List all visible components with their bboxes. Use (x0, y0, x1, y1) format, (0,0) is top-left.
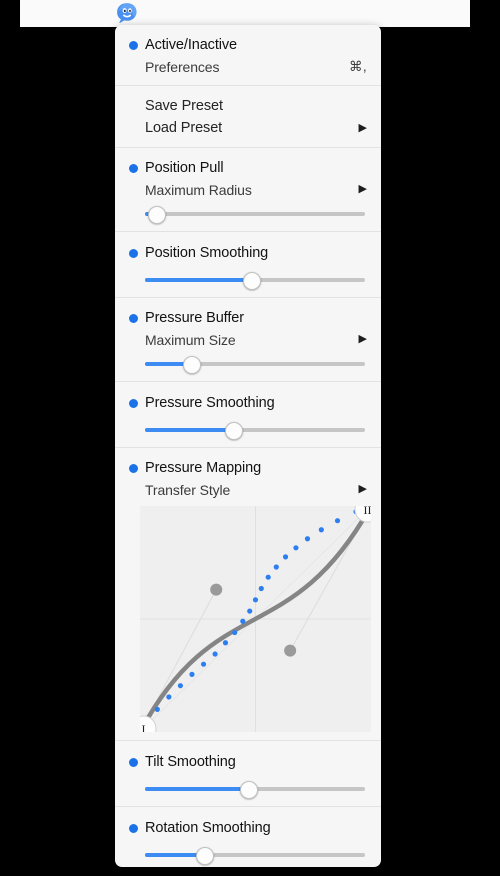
curve-sample-point (252, 597, 259, 603)
curve-sample-point (222, 640, 229, 646)
submenu-arrow-icon: ▶ (358, 483, 367, 495)
menu-item-pressure-mapping[interactable]: Pressure Mapping (115, 448, 381, 479)
submenu-arrow-icon: ▶ (358, 121, 367, 134)
slider-thumb[interactable] (183, 356, 202, 374)
curve-sample-point (166, 694, 172, 700)
status-dot-active (129, 757, 138, 767)
menu-item-label: Pressure Mapping (145, 460, 262, 476)
menu-item-label: Transfer Style (145, 481, 231, 498)
curve-sample-point (154, 706, 160, 712)
section-pressure-buffer: Pressure Buffer Maximum Size ▶ (115, 298, 381, 374)
slider-fill (145, 428, 233, 432)
macos-menu-bar (20, 0, 470, 27)
section-position-pull: Position Pull Maximum Radius ▶ (115, 148, 381, 224)
status-dot-active (129, 313, 138, 323)
menu-item-label: Rotation Smoothing (145, 820, 271, 836)
curve-sample-point (189, 671, 195, 677)
menu-item-preferences[interactable]: Preferences ⌘, (115, 56, 381, 85)
slider-fill (145, 278, 251, 282)
menu-item-maximum-radius[interactable]: Maximum Radius ▶ (115, 179, 381, 200)
submenu-arrow-icon: ▶ (358, 333, 367, 345)
menu-item-label: Pressure Buffer (145, 310, 244, 326)
status-dot-active (129, 40, 138, 50)
section-rotation-smoothing: Rotation Smoothing (115, 807, 381, 865)
section-position-smoothing: Position Smoothing (115, 232, 381, 290)
menu-item-label: Tilt Smoothing (145, 754, 236, 770)
menu-item-label: Save Preset (145, 98, 223, 114)
status-dot-active (129, 398, 138, 408)
curve-sample-point (282, 554, 289, 560)
slider-fill (145, 787, 249, 791)
curve-sample-point (265, 574, 271, 580)
menu-item-label: Pressure Smoothing (145, 395, 275, 411)
slider-thumb[interactable] (242, 272, 261, 290)
section-status: Active/Inactive Preferences ⌘, (115, 25, 381, 85)
status-dot-active (129, 163, 138, 173)
menu-item-label: Position Smoothing (145, 245, 269, 261)
menu-item-label: Load Preset (145, 120, 223, 136)
menu-item-tilt-smoothing[interactable]: Tilt Smoothing (115, 741, 381, 773)
slider-thumb[interactable] (240, 781, 259, 799)
menu-item-label: Active/Inactive (145, 37, 237, 53)
menu-item-position-smoothing[interactable]: Position Smoothing (115, 232, 381, 264)
section-pressure-mapping: Pressure Mapping Transfer Style ▶ I II (115, 448, 381, 732)
menu-item-rotation-smoothing[interactable]: Rotation Smoothing (115, 807, 381, 839)
curve-sample-point (334, 518, 341, 524)
slider-rotation-smoothing[interactable] (145, 847, 365, 865)
pressure-transfer-curve-editor[interactable]: I II (140, 506, 371, 732)
shortcut-preferences: ⌘, (348, 58, 367, 74)
slider-thumb[interactable] (148, 206, 166, 224)
slider-position-pull[interactable] (145, 206, 365, 224)
curve-control-handle[interactable] (284, 644, 297, 657)
slider-track (145, 212, 365, 216)
curve-sample-point (232, 629, 238, 636)
section-presets: Save Preset Load Preset ▶ (115, 86, 381, 147)
slider-tilt-smoothing[interactable] (145, 781, 365, 799)
curve-sample-point (273, 564, 279, 570)
menu-item-label: Maximum Size (145, 331, 236, 348)
section-pressure-smoothing: Pressure Smoothing (115, 382, 381, 440)
curve-sample-point (177, 683, 184, 689)
slider-pressure-smoothing[interactable] (145, 422, 365, 440)
curve-anchor-label: II (364, 506, 372, 517)
menu-item-maximum-size[interactable]: Maximum Size ▶ (115, 329, 381, 350)
menu-item-label: Position Pull (145, 160, 224, 176)
menu-item-load-preset[interactable]: Load Preset ▶ (115, 117, 381, 147)
menu-item-transfer-style[interactable]: Transfer Style ▶ (115, 479, 381, 500)
slider-thumb[interactable] (225, 422, 243, 440)
curve-control-handle[interactable] (210, 583, 223, 596)
curve-sample-point (240, 618, 246, 624)
curve-sample-point (212, 651, 218, 657)
curve-sample-point (293, 545, 299, 551)
slider-pressure-buffer[interactable] (145, 356, 365, 374)
submenu-arrow-icon: ▶ (358, 183, 367, 195)
status-dot-active (129, 463, 138, 473)
curve-sample-point (318, 527, 324, 533)
menu-item-position-pull[interactable]: Position Pull (115, 148, 381, 179)
menu-item-save-preset[interactable]: Save Preset (115, 86, 381, 117)
menu-item-pressure-buffer[interactable]: Pressure Buffer (115, 298, 381, 329)
menu-item-active-inactive[interactable]: Active/Inactive (115, 25, 381, 56)
menu-item-label: Preferences (145, 58, 220, 75)
menu-item-pressure-smoothing[interactable]: Pressure Smoothing (115, 382, 381, 414)
curve-anchor-label: I (142, 722, 146, 732)
section-tilt-smoothing: Tilt Smoothing (115, 741, 381, 799)
curve-sample-point (200, 661, 207, 667)
slider-position-smoothing[interactable] (145, 272, 365, 290)
curve-sample-point (247, 608, 253, 614)
hej-stylus-face-icon[interactable] (115, 2, 139, 25)
status-dot-active (129, 823, 138, 833)
curve-canvas[interactable]: III (140, 506, 371, 732)
menu-item-label: Maximum Radius (145, 181, 252, 198)
curve-sample-point (304, 536, 311, 542)
hej-stylus-menu-panel: Active/Inactive Preferences ⌘, Save Pres… (115, 25, 381, 867)
curve-sample-point (258, 585, 264, 592)
status-dot-active (129, 248, 138, 258)
slider-thumb[interactable] (196, 847, 215, 865)
